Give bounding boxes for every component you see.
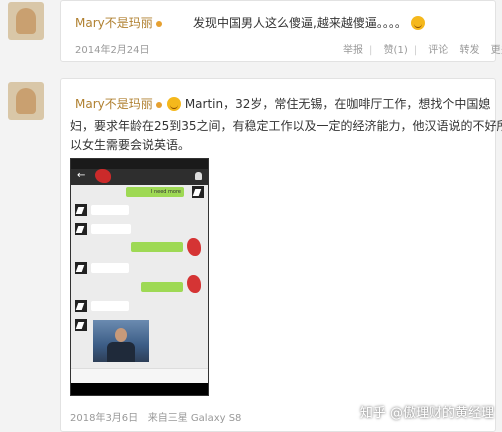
username-link[interactable]: Mary不是玛丽 [75,14,162,31]
phone-status-bar [71,159,208,169]
contact-avatar [75,262,87,274]
chat-bubble-received [91,263,129,273]
avatar[interactable] [8,82,44,120]
contact-avatar [75,204,87,216]
username-link[interactable]: Mary不是玛丽 [75,95,162,112]
repost-button[interactable]: 转发 [459,45,479,56]
chat-bubble-received [91,224,131,234]
post-actions: 举报| 赞(1)| 评论 转发 更多⌄ [335,41,502,56]
report-button[interactable]: 举报 [343,45,363,56]
redaction-mark [187,275,201,293]
post-content: 发现中国男人这么傻逼,越来越傻逼。。。。 [193,14,425,31]
post-content-line-3: 以女生需要会说英语。 [70,138,191,152]
avatar[interactable] [8,2,44,40]
contact-avatar [75,223,87,235]
chat-bubble-sent [131,242,183,252]
comment-button[interactable]: 评论 [428,45,448,56]
phone-title-bar: ← [71,169,208,185]
redaction-mark [187,238,201,256]
chat-photo [93,320,149,362]
post-date[interactable]: 2018年3月6日 来自三星 Galaxy S8 [70,409,241,424]
chat-bubble-sent: I need more [126,187,184,197]
post-date[interactable]: 2014年2月24日 [75,41,150,56]
post-content-line-1: Martin，32岁，常住无锡，在咖啡厅工作，想找个中国媳 [167,95,490,112]
contact-avatar [75,300,87,312]
watermark: 知乎 @傲理财的黄经理 [359,406,494,421]
verified-badge-icon [155,101,162,108]
chat-bubble-received [91,205,129,215]
chat-bubble-sent [141,282,183,292]
redaction-mark [95,169,111,183]
smiley-emoji-icon [410,16,425,30]
like-button[interactable]: 赞(1) [384,45,408,56]
post-source: 来自三星 Galaxy S8 [147,413,242,424]
contact-avatar [75,319,87,331]
phone-nav-bar [71,383,208,395]
post-content-line-2: 妇，要求年龄在25到35之间，有稳定工作以及一定的经济能力，他汉语说的不好所 [70,119,502,133]
verified-badge-icon [155,20,162,27]
chat-input-bar [71,368,208,383]
smiley-emoji-icon [167,97,181,111]
profile-icon [195,172,202,180]
more-button[interactable]: 更多 [491,45,502,56]
chat-bubble-received [91,301,129,311]
back-arrow-icon: ← [77,170,86,181]
chat-screenshot-image[interactable]: ← I need more [70,158,209,396]
contact-avatar [192,186,204,198]
